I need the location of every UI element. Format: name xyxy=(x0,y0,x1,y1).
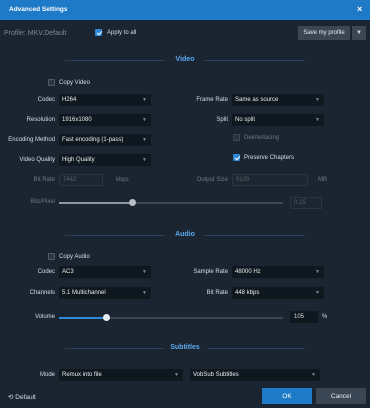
resolution-select[interactable]: 1916x1080 ▼ xyxy=(59,114,151,126)
audio-codec-select[interactable]: AC3 ▼ xyxy=(59,266,151,278)
video-quality-label: Video Quality xyxy=(19,157,55,163)
audio-section-title: Audio xyxy=(175,231,195,238)
save-profile-button[interactable]: Save my profile xyxy=(298,26,350,40)
copy-video-label: Copy Video xyxy=(59,80,90,86)
bits-pixel-slider-fill xyxy=(59,202,133,204)
channels-select[interactable]: 5.1 Multichannel ▼ xyxy=(59,287,151,299)
chevron-down-icon: ▼ xyxy=(174,372,179,378)
video-quality-value: High Quality xyxy=(62,157,95,163)
video-quality-select[interactable]: High Quality ▼ xyxy=(59,154,151,166)
sample-rate-value: 48000 Hz xyxy=(235,269,261,275)
encoding-method-label: Encoding Method xyxy=(8,137,55,143)
audio-bit-rate-value: 448 kbps xyxy=(235,290,260,296)
frame-rate-select[interactable]: Same as source ▼ xyxy=(232,94,324,106)
volume-input[interactable]: 105 xyxy=(290,311,318,323)
bits-pixel-slider-thumb[interactable] xyxy=(129,199,137,206)
audio-bit-rate-select[interactable]: 448 kbps ▼ xyxy=(232,287,324,299)
volume-slider-fill xyxy=(59,317,107,319)
chevron-down-icon: ▼ xyxy=(311,372,316,378)
sample-rate-label: Sample Rate xyxy=(193,269,228,275)
cancel-button[interactable]: Cancel xyxy=(316,388,366,404)
default-button[interactable]: ⟲ Default xyxy=(8,393,36,401)
chevron-down-icon: ▼ xyxy=(142,137,147,143)
chevron-down-icon: ▼ xyxy=(315,117,320,123)
split-select[interactable]: No split ▼ xyxy=(232,114,324,126)
split-value: No split xyxy=(235,117,256,123)
subtitles-section-header: Subtitles xyxy=(0,344,370,354)
chevron-down-icon: ▼ xyxy=(142,97,147,103)
chevron-down-icon: ▼ xyxy=(315,290,320,296)
title-bar: Advanced Settings × xyxy=(0,0,370,20)
frame-rate-label: Frame Rate xyxy=(196,97,228,103)
copy-audio-checkbox[interactable] xyxy=(48,253,55,260)
volume-slider[interactable] xyxy=(59,314,283,321)
frame-rate-value: Same as source xyxy=(235,97,279,103)
video-bit-rate-input[interactable]: 7442 xyxy=(59,174,103,186)
video-section-title: Video xyxy=(175,56,195,63)
reset-icon: ⟲ xyxy=(8,394,14,401)
profile-label: Profile: MKV.Default xyxy=(4,30,67,37)
output-size-label: Output Size xyxy=(196,177,228,183)
volume-slider-thumb[interactable] xyxy=(102,314,110,321)
chevron-down-icon: ▼ xyxy=(142,157,147,163)
encoding-method-select[interactable]: Fast encoding (1-pass) ▼ xyxy=(59,134,151,146)
deinterlacing-label: Deinterlacing xyxy=(244,135,280,141)
video-codec-label: Codec xyxy=(37,97,55,103)
chevron-down-icon: ▼ xyxy=(142,117,147,123)
split-label: Split xyxy=(216,117,228,123)
copy-video-checkbox[interactable] xyxy=(48,79,55,86)
channels-value: 5.1 Multichannel xyxy=(62,290,106,296)
default-label: Default xyxy=(15,394,36,401)
resolution-value: 1916x1080 xyxy=(62,117,92,123)
bits-pixel-slider[interactable] xyxy=(59,199,283,206)
video-bit-rate-unit: kbps xyxy=(116,177,129,183)
bits-pixel-input[interactable]: 0.15 xyxy=(290,197,322,209)
footer xyxy=(0,386,370,408)
encoding-method-value: Fast encoding (1-pass) xyxy=(62,137,124,143)
save-profile-dropdown[interactable]: ▼ xyxy=(352,26,366,40)
channels-label: Channels xyxy=(29,290,55,296)
audio-bit-rate-label: Bit Rate xyxy=(206,290,228,296)
output-size-input[interactable]: 9129 xyxy=(232,174,308,186)
volume-unit: % xyxy=(322,314,328,320)
chevron-down-icon: ▼ xyxy=(315,269,320,275)
chevron-down-icon: ▼ xyxy=(315,97,320,103)
subtitle-track-value: VobSub Subtitles xyxy=(193,372,239,378)
chevron-down-icon: ▼ xyxy=(356,30,362,36)
video-codec-select[interactable]: H264 ▼ xyxy=(59,94,151,106)
deinterlacing-checkbox[interactable] xyxy=(233,134,240,141)
copy-audio-label: Copy Audio xyxy=(59,254,90,260)
subtitle-mode-select[interactable]: Remux into file ▼ xyxy=(59,369,183,381)
apply-to-all-checkbox[interactable] xyxy=(95,29,102,36)
subtitle-mode-value: Remux into file xyxy=(62,372,102,378)
volume-label: Volume xyxy=(34,314,55,320)
sample-rate-select[interactable]: 48000 Hz ▼ xyxy=(232,266,324,278)
video-bit-rate-label: Bit Rate xyxy=(33,177,55,183)
close-icon[interactable]: × xyxy=(357,4,362,14)
ok-button[interactable]: OK xyxy=(262,388,312,404)
preserve-chapters-checkbox[interactable] xyxy=(233,154,240,161)
window-title: Advanced Settings xyxy=(9,6,68,13)
apply-to-all-label: Apply to all xyxy=(107,30,137,36)
subtitle-track-select[interactable]: VobSub Subtitles ▼ xyxy=(190,369,320,381)
subtitles-section-title: Subtitles xyxy=(170,344,200,351)
subtitle-mode-label: Mode xyxy=(39,372,55,378)
bits-pixel-label: Bits/Pixel xyxy=(30,199,55,205)
audio-section-header: Audio xyxy=(0,231,370,241)
audio-codec-label: Codec xyxy=(37,269,55,275)
video-section-header: Video xyxy=(0,56,370,66)
video-codec-value: H264 xyxy=(62,97,77,103)
preserve-chapters-label: Preserve Chapters xyxy=(244,155,295,161)
output-size-unit: MB xyxy=(318,177,327,183)
audio-codec-value: AC3 xyxy=(62,269,74,275)
resolution-label: Resolution xyxy=(26,117,55,123)
chevron-down-icon: ▼ xyxy=(142,269,147,275)
chevron-down-icon: ▼ xyxy=(142,290,147,296)
